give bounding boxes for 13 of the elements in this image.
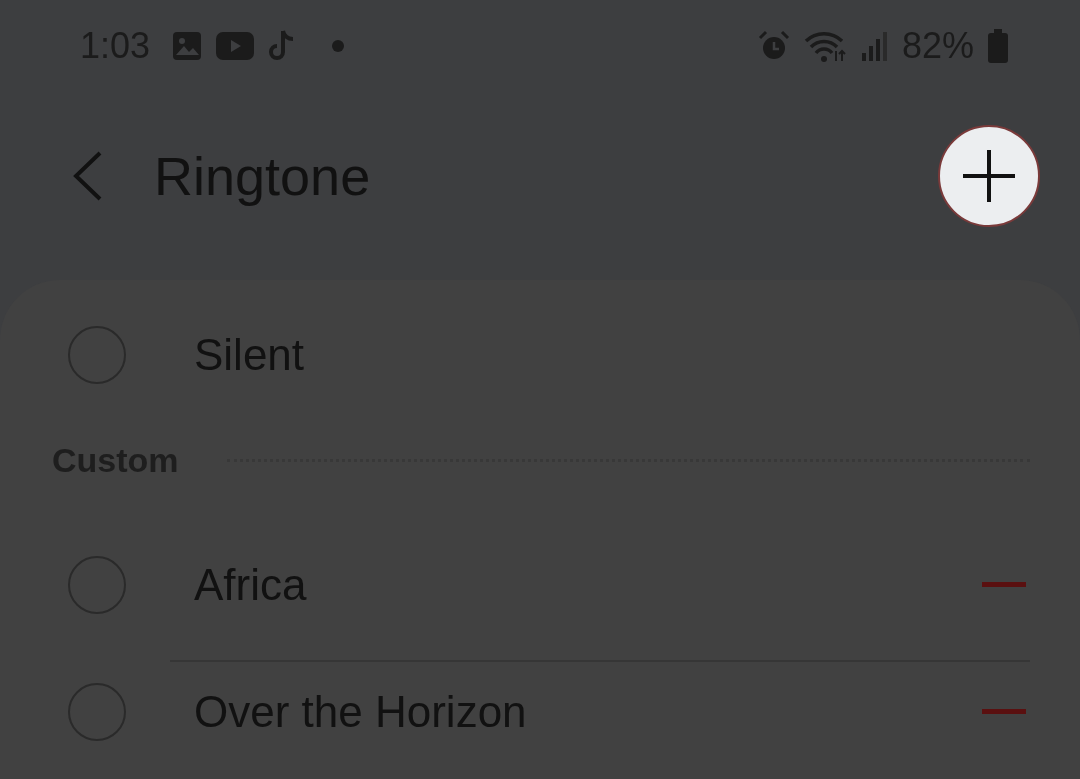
minus-icon — [982, 582, 1026, 588]
radio-button[interactable] — [68, 556, 126, 614]
wifi-icon — [803, 29, 848, 63]
image-icon — [172, 31, 203, 61]
video-play-icon — [216, 32, 255, 60]
plus-icon — [961, 148, 1017, 204]
battery-icon — [988, 29, 1008, 63]
alarm-icon — [757, 30, 790, 62]
radio-button[interactable] — [68, 683, 126, 741]
signal-icon — [861, 31, 888, 61]
dot-icon — [332, 40, 345, 52]
radio-button[interactable] — [68, 326, 126, 384]
minus-icon — [982, 709, 1026, 715]
